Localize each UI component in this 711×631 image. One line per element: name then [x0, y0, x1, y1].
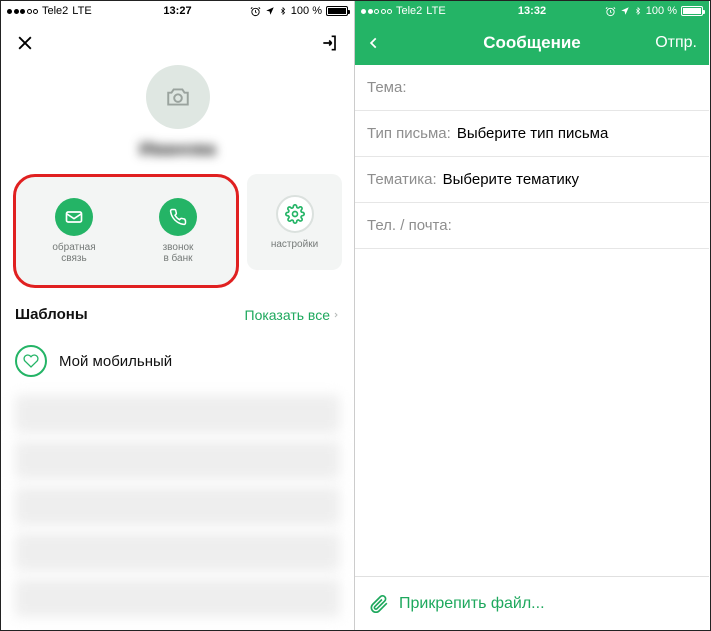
letter-type-label: Тип письма:: [367, 125, 451, 142]
logout-button[interactable]: [320, 33, 340, 53]
phone-icon: [159, 198, 197, 236]
carrier-label: Tele2: [42, 5, 68, 17]
nav-title: Сообщение: [483, 33, 581, 53]
network-label: LTE: [426, 5, 445, 17]
topic-label: Тематика:: [367, 171, 437, 188]
avatar[interactable]: [146, 65, 210, 129]
attach-label: Прикрепить файл...: [399, 595, 545, 613]
camera-icon: [165, 84, 191, 110]
status-time: 13:32: [518, 5, 546, 17]
back-button[interactable]: [367, 33, 381, 53]
status-bar: Tele2 LTE 13:27 100 %: [1, 1, 354, 21]
status-time: 13:27: [163, 5, 191, 17]
heart-icon: [15, 345, 47, 377]
template-item[interactable]: Мой мобильный: [1, 335, 354, 387]
attach-file-button[interactable]: Прикрепить файл...: [355, 576, 709, 630]
show-all-link[interactable]: Показать все: [245, 307, 340, 323]
location-icon: [620, 6, 630, 16]
chevron-right-icon: [332, 309, 340, 321]
carrier-label: Tele2: [396, 5, 422, 17]
mail-icon: [55, 198, 93, 236]
location-icon: [265, 6, 275, 16]
battery-icon: [326, 6, 348, 16]
signal-dots-icon: [361, 9, 392, 14]
blurred-row: [15, 533, 340, 571]
blurred-row: [15, 487, 340, 525]
blurred-row: [15, 441, 340, 479]
template-label: Мой мобильный: [59, 353, 172, 370]
topic-value: Выберите тематику: [443, 171, 579, 188]
settings-button[interactable]: настройки: [247, 174, 342, 270]
blurred-row: [15, 395, 340, 433]
gear-icon: [276, 195, 314, 233]
profile-screen: Tele2 LTE 13:27 100 % Иванова: [1, 1, 355, 630]
subject-label: Тема:: [367, 79, 407, 96]
paperclip-icon: [369, 594, 389, 614]
blurred-row: [15, 579, 340, 617]
status-bar: Tele2 LTE 13:32 100 %: [355, 1, 709, 21]
alarm-icon: [605, 6, 616, 17]
close-button[interactable]: [15, 33, 35, 53]
show-all-label: Показать все: [245, 307, 330, 323]
letter-type-value: Выберите тип письма: [457, 125, 609, 142]
compose-screen: Tele2 LTE 13:32 100 % Сообщение Отпр. Те…: [355, 1, 709, 630]
contact-label: Тел. / почта:: [367, 217, 452, 234]
settings-label: настройки: [271, 239, 318, 250]
templates-title: Шаблоны: [15, 306, 88, 323]
letter-type-field[interactable]: Тип письма: Выберите тип письма: [355, 111, 709, 157]
feedback-button[interactable]: обратная связь: [22, 183, 126, 279]
battery-pct: 100 %: [646, 5, 677, 17]
call-bank-button[interactable]: звонок в банк: [126, 183, 230, 279]
feedback-label: обратная связь: [52, 242, 95, 264]
top-bar: [1, 21, 354, 65]
topic-field[interactable]: Тематика: Выберите тематику: [355, 157, 709, 203]
subject-field[interactable]: Тема:: [355, 65, 709, 111]
contact-field[interactable]: Тел. / почта:: [355, 203, 709, 249]
profile-name: Иванова: [1, 139, 354, 160]
battery-pct: 100 %: [291, 5, 322, 17]
alarm-icon: [250, 6, 261, 17]
send-button[interactable]: Отпр.: [655, 34, 697, 52]
highlighted-actions: обратная связь звонок в банк: [13, 174, 239, 288]
nav-bar: Сообщение Отпр.: [355, 21, 709, 65]
call-label: звонок в банк: [163, 242, 194, 264]
bluetooth-icon: [279, 5, 287, 17]
bluetooth-icon: [634, 5, 642, 17]
network-label: LTE: [72, 5, 91, 17]
signal-dots-icon: [7, 9, 38, 14]
battery-icon: [681, 6, 703, 16]
